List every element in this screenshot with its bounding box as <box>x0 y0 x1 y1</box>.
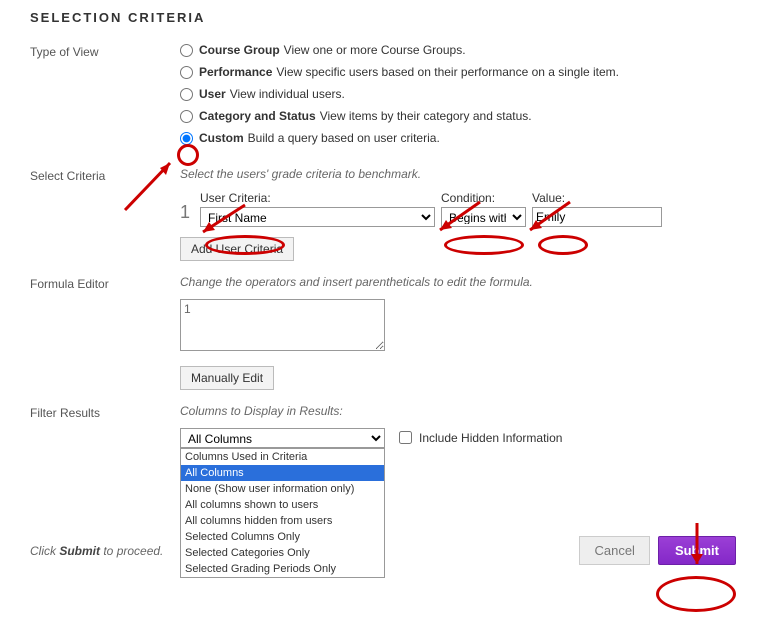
criteria-number: 1 <box>180 202 194 227</box>
formula-editor-row: Formula Editor Change the operators and … <box>30 275 736 390</box>
formula-textarea[interactable]: 1 <box>180 299 385 351</box>
option-desc: View specific users based on their perfo… <box>276 65 619 79</box>
radio-performance[interactable] <box>180 66 193 79</box>
user-criteria-select[interactable]: First Name <box>200 207 435 227</box>
condition-label: Condition: <box>441 191 526 205</box>
dropdown-option[interactable]: All columns shown to users <box>181 497 384 513</box>
option-desc: View one or more Course Groups. <box>284 43 466 57</box>
formula-note: Change the operators and insert parenthe… <box>180 275 736 289</box>
formula-editor-label: Formula Editor <box>30 275 180 390</box>
dropdown-option[interactable]: None (Show user information only) <box>181 481 384 497</box>
view-option-performance[interactable]: Performance View specific users based on… <box>180 65 736 79</box>
option-bold: Performance <box>199 65 272 79</box>
option-desc: Build a query based on user criteria. <box>248 131 440 145</box>
columns-dropdown-open[interactable]: Columns Used in Criteria All Columns Non… <box>180 448 385 578</box>
value-label: Value: <box>532 191 662 205</box>
section-heading: SELECTION CRITERIA <box>30 10 736 25</box>
option-bold: Category and Status <box>199 109 316 123</box>
condition-select[interactable]: Begins with <box>441 207 526 227</box>
select-criteria-row: Select Criteria Select the users' grade … <box>30 167 736 261</box>
columns-display-note: Columns to Display in Results: <box>180 404 736 418</box>
radio-user[interactable] <box>180 88 193 101</box>
filter-results-label: Filter Results <box>30 404 180 448</box>
user-criteria-label: User Criteria: <box>200 191 435 205</box>
option-desc: View individual users. <box>230 87 345 101</box>
manually-edit-button[interactable]: Manually Edit <box>180 366 274 390</box>
view-option-course-group[interactable]: Course Group View one or more Course Gro… <box>180 43 736 57</box>
criteria-block: 1 User Criteria: First Name Condition: B… <box>180 191 736 227</box>
select-criteria-label: Select Criteria <box>30 167 180 261</box>
include-hidden-label: Include Hidden Information <box>419 431 562 445</box>
option-bold: Course Group <box>199 43 280 57</box>
type-of-view-row: Type of View Course Group View one or mo… <box>30 43 736 153</box>
option-bold: Custom <box>199 131 244 145</box>
option-desc: View items by their category and status. <box>320 109 532 123</box>
dropdown-option[interactable]: Selected Columns Only <box>181 529 384 545</box>
radio-course-group[interactable] <box>180 44 193 57</box>
cancel-button[interactable]: Cancel <box>579 536 649 565</box>
view-option-category-status[interactable]: Category and Status View items by their … <box>180 109 736 123</box>
submit-button[interactable]: Submit <box>658 536 736 565</box>
include-hidden-checkbox[interactable] <box>399 431 412 444</box>
radio-custom[interactable] <box>180 132 193 145</box>
select-criteria-note: Select the users' grade criteria to benc… <box>180 167 736 181</box>
option-bold: User <box>199 87 226 101</box>
proceed-note: Click Submit to proceed. <box>30 544 163 558</box>
dropdown-option[interactable]: All Columns <box>181 465 384 481</box>
radio-category-status[interactable] <box>180 110 193 123</box>
annotation-ellipse-submit <box>656 576 736 612</box>
type-of-view-label: Type of View <box>30 43 180 153</box>
dropdown-option[interactable]: Columns Used in Criteria <box>181 449 384 465</box>
columns-select[interactable]: All Columns <box>180 428 385 448</box>
view-option-custom[interactable]: Custom Build a query based on user crite… <box>180 131 736 145</box>
dropdown-option[interactable]: Selected Categories Only <box>181 545 384 561</box>
dropdown-option[interactable]: All columns hidden from users <box>181 513 384 529</box>
value-input[interactable] <box>532 207 662 227</box>
filter-results-row: Filter Results Columns to Display in Res… <box>30 404 736 448</box>
dropdown-option[interactable]: Selected Grading Periods Only <box>181 561 384 577</box>
view-option-user[interactable]: User View individual users. <box>180 87 736 101</box>
add-user-criteria-button[interactable]: Add User Criteria <box>180 237 294 261</box>
